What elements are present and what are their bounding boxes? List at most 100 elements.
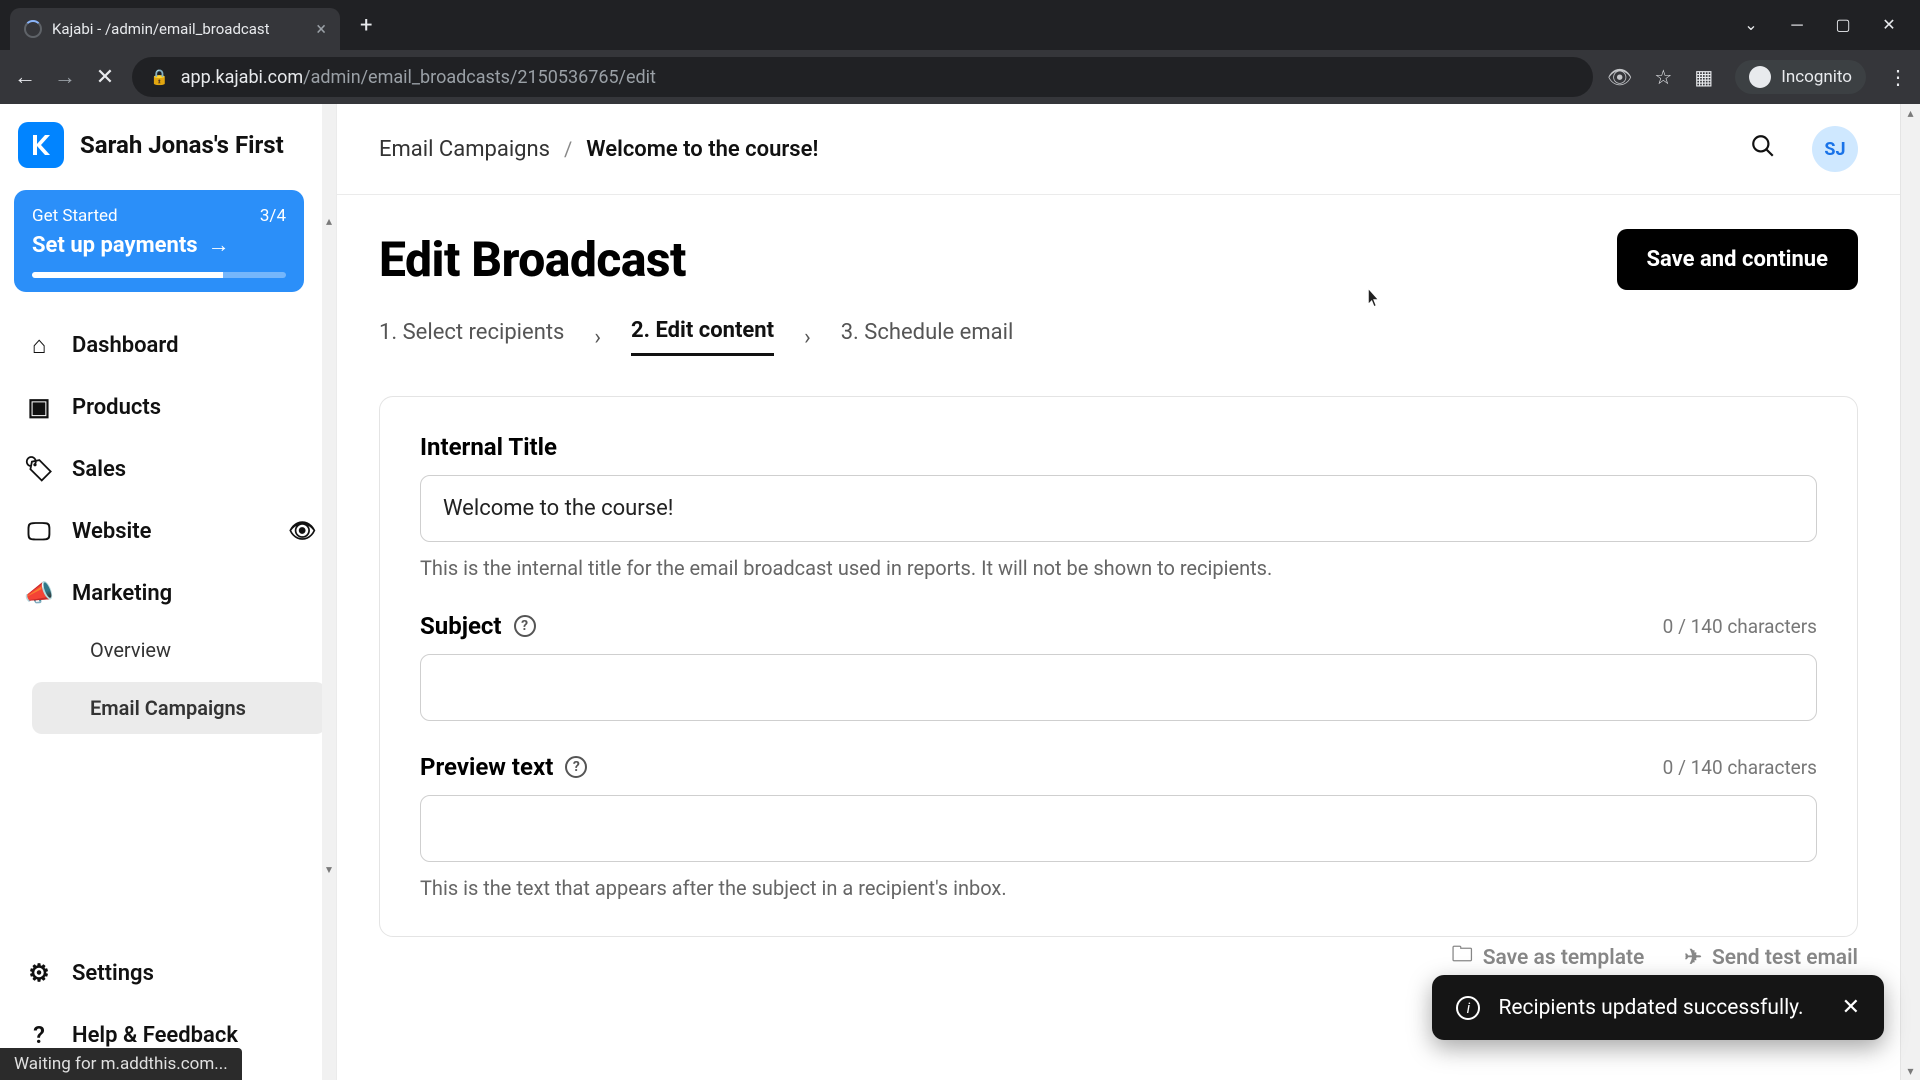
home-icon: ⌂	[24, 330, 54, 360]
workspace-name: Sarah Jonas's First	[80, 131, 284, 159]
minimize-button[interactable]: ─	[1788, 15, 1806, 35]
save-as-template-label: Save as template	[1483, 946, 1645, 970]
incognito-badge[interactable]: Incognito	[1735, 60, 1866, 94]
window-controls: ⌄ ─ ▢ ✕	[1742, 15, 1920, 35]
sidebar-item-marketing[interactable]: 📣 Marketing	[14, 562, 326, 624]
internal-title-hint: This is the internal title for the email…	[420, 556, 1817, 580]
internal-title-input[interactable]	[420, 475, 1817, 542]
avatar-initials: SJ	[1824, 139, 1845, 160]
chevron-right-icon: ›	[804, 325, 811, 350]
subject-label: Subject	[420, 612, 502, 640]
subject-char-count: 0 / 140 characters	[1663, 615, 1817, 638]
sidebar-item-label: Website	[72, 519, 151, 544]
close-tab-icon[interactable]: ×	[316, 19, 326, 40]
content-area: Edit Broadcast Save and continue 1. Sele…	[337, 195, 1900, 971]
extensions-icon[interactable]: ▦	[1694, 65, 1713, 89]
close-icon[interactable]: ✕	[1842, 995, 1860, 1020]
onboarding-card[interactable]: Get Started 3/4 Set up payments →	[14, 190, 304, 292]
url-domain: app.kajabi.com	[181, 67, 303, 88]
sidebar-item-dashboard[interactable]: ⌂ Dashboard	[14, 314, 326, 376]
url-path: /admin/email_broadcasts/2150536765/edit	[303, 67, 656, 88]
scroll-up-arrow-icon[interactable]: ▴	[322, 214, 336, 228]
breadcrumb-separator: /	[564, 137, 572, 161]
tab-title: Kajabi - /admin/email_broadcast	[52, 20, 306, 38]
browser-tab[interactable]: Kajabi - /admin/email_broadcast ×	[10, 8, 340, 50]
step-edit-content[interactable]: 2. Edit content	[631, 318, 774, 356]
new-tab-button[interactable]: +	[360, 13, 372, 38]
bookmark-star-icon[interactable]: ☆	[1654, 65, 1672, 89]
send-test-email-button[interactable]: ✈ Send test email	[1684, 945, 1858, 970]
sidebar: ▴ ▴ Sarah Jonas's First Get Started 3/4 …	[0, 104, 336, 1080]
internal-title-label: Internal Title	[420, 433, 557, 461]
brand-row[interactable]: Sarah Jonas's First	[14, 118, 326, 172]
gear-icon: ⚙	[24, 958, 54, 988]
maximize-button[interactable]: ▢	[1834, 15, 1852, 35]
preview-char-count: 0 / 140 characters	[1663, 756, 1817, 779]
search-icon[interactable]	[1750, 133, 1776, 166]
sidebar-subitem-overview[interactable]: Overview	[32, 624, 326, 676]
preview-text-input[interactable]	[420, 795, 1817, 862]
sidebar-item-label: Settings	[72, 961, 154, 986]
field-subject: Subject ? 0 / 140 characters	[420, 612, 1817, 721]
app-frame: ▴ ▴ Sarah Jonas's First Get Started 3/4 …	[0, 104, 1920, 1080]
sidebar-subitem-label: Email Campaigns	[90, 696, 246, 720]
sidebar-item-products[interactable]: ▣ Products	[14, 376, 326, 438]
preview-eye-icon[interactable]: 👁	[288, 519, 316, 544]
save-continue-button[interactable]: Save and continue	[1617, 229, 1858, 290]
subject-input[interactable]	[420, 654, 1817, 721]
lock-icon: 🔒	[150, 68, 169, 86]
sidebar-item-settings[interactable]: ⚙ Settings	[14, 942, 326, 1004]
sidebar-subitem-email-campaigns[interactable]: Email Campaigns	[32, 682, 326, 734]
help-circle-icon: ?	[24, 1020, 54, 1050]
toast-message: Recipients updated successfully.	[1498, 996, 1803, 1020]
sidebar-item-label: Help & Feedback	[72, 1023, 238, 1048]
avatar[interactable]: SJ	[1812, 126, 1858, 172]
browser-status-bar: Waiting for m.addthis.com...	[0, 1048, 242, 1080]
save-as-template-button[interactable]: 🗀 Save as template	[1452, 940, 1645, 975]
sidebar-item-website[interactable]: 🖵 Website 👁	[14, 500, 326, 562]
form-card: Internal Title This is the internal titl…	[379, 396, 1858, 937]
breadcrumb-root[interactable]: Email Campaigns	[379, 137, 550, 162]
sidebar-item-label: Dashboard	[72, 333, 178, 358]
page-scrollbar[interactable]: ▴ ▾	[1900, 104, 1920, 1080]
onboard-label: Get Started	[32, 206, 118, 226]
sidebar-item-sales[interactable]: 🏷 Sales	[14, 438, 326, 500]
forward-button[interactable]: →	[52, 64, 78, 90]
toast-notification: i Recipients updated successfully. ✕	[1432, 975, 1884, 1040]
field-preview-text: Preview text ? 0 / 140 characters This i…	[420, 753, 1817, 900]
onboard-progress-bar	[32, 272, 286, 278]
scroll-up-arrow-icon[interactable]: ▴	[1901, 106, 1920, 120]
help-icon[interactable]: ?	[514, 615, 536, 637]
help-icon[interactable]: ?	[565, 756, 587, 778]
wizard-steps: 1. Select recipients › 2. Edit content ›…	[379, 318, 1858, 356]
folder-icon: 🗀	[1452, 940, 1473, 975]
sidebar-scrollbar[interactable]: ▴ ▴	[322, 104, 336, 1080]
onboard-progress: 3/4	[260, 206, 286, 226]
mouse-cursor-icon	[1367, 287, 1381, 307]
page-title: Edit Broadcast	[379, 231, 686, 288]
privacy-eye-icon[interactable]: 👁	[1607, 65, 1632, 89]
stop-reload-button[interactable]: ✕	[92, 65, 118, 90]
close-window-button[interactable]: ✕	[1880, 15, 1898, 35]
send-icon: ✈	[1684, 945, 1702, 970]
browser-menu-button[interactable]: ⋮	[1888, 65, 1908, 89]
incognito-label: Incognito	[1781, 67, 1852, 87]
field-internal-title: Internal Title This is the internal titl…	[420, 433, 1817, 580]
card-footer-actions: 🗀 Save as template ✈ Send test email	[1452, 940, 1858, 975]
back-button[interactable]: ←	[12, 64, 38, 90]
main-panel: Email Campaigns / Welcome to the course!…	[336, 104, 1900, 1080]
url-input[interactable]: 🔒 app.kajabi.com/admin/email_broadcasts/…	[132, 57, 1593, 97]
preview-text-hint: This is the text that appears after the …	[420, 876, 1817, 900]
send-test-email-label: Send test email	[1712, 946, 1858, 970]
monitor-icon: 🖵	[24, 516, 54, 546]
sidebar-item-label: Sales	[72, 457, 126, 482]
incognito-icon	[1749, 66, 1771, 88]
tab-search-chevron-icon[interactable]: ⌄	[1742, 15, 1760, 35]
step-select-recipients[interactable]: 1. Select recipients	[379, 320, 564, 355]
sidebar-item-label: Marketing	[72, 581, 172, 606]
step-schedule-email[interactable]: 3. Schedule email	[841, 320, 1014, 355]
scroll-down-arrow-icon[interactable]: ▴	[322, 864, 336, 878]
arrow-right-icon: →	[208, 232, 230, 258]
scroll-down-arrow-icon[interactable]: ▾	[1901, 1064, 1920, 1078]
box-icon: ▣	[24, 392, 54, 422]
